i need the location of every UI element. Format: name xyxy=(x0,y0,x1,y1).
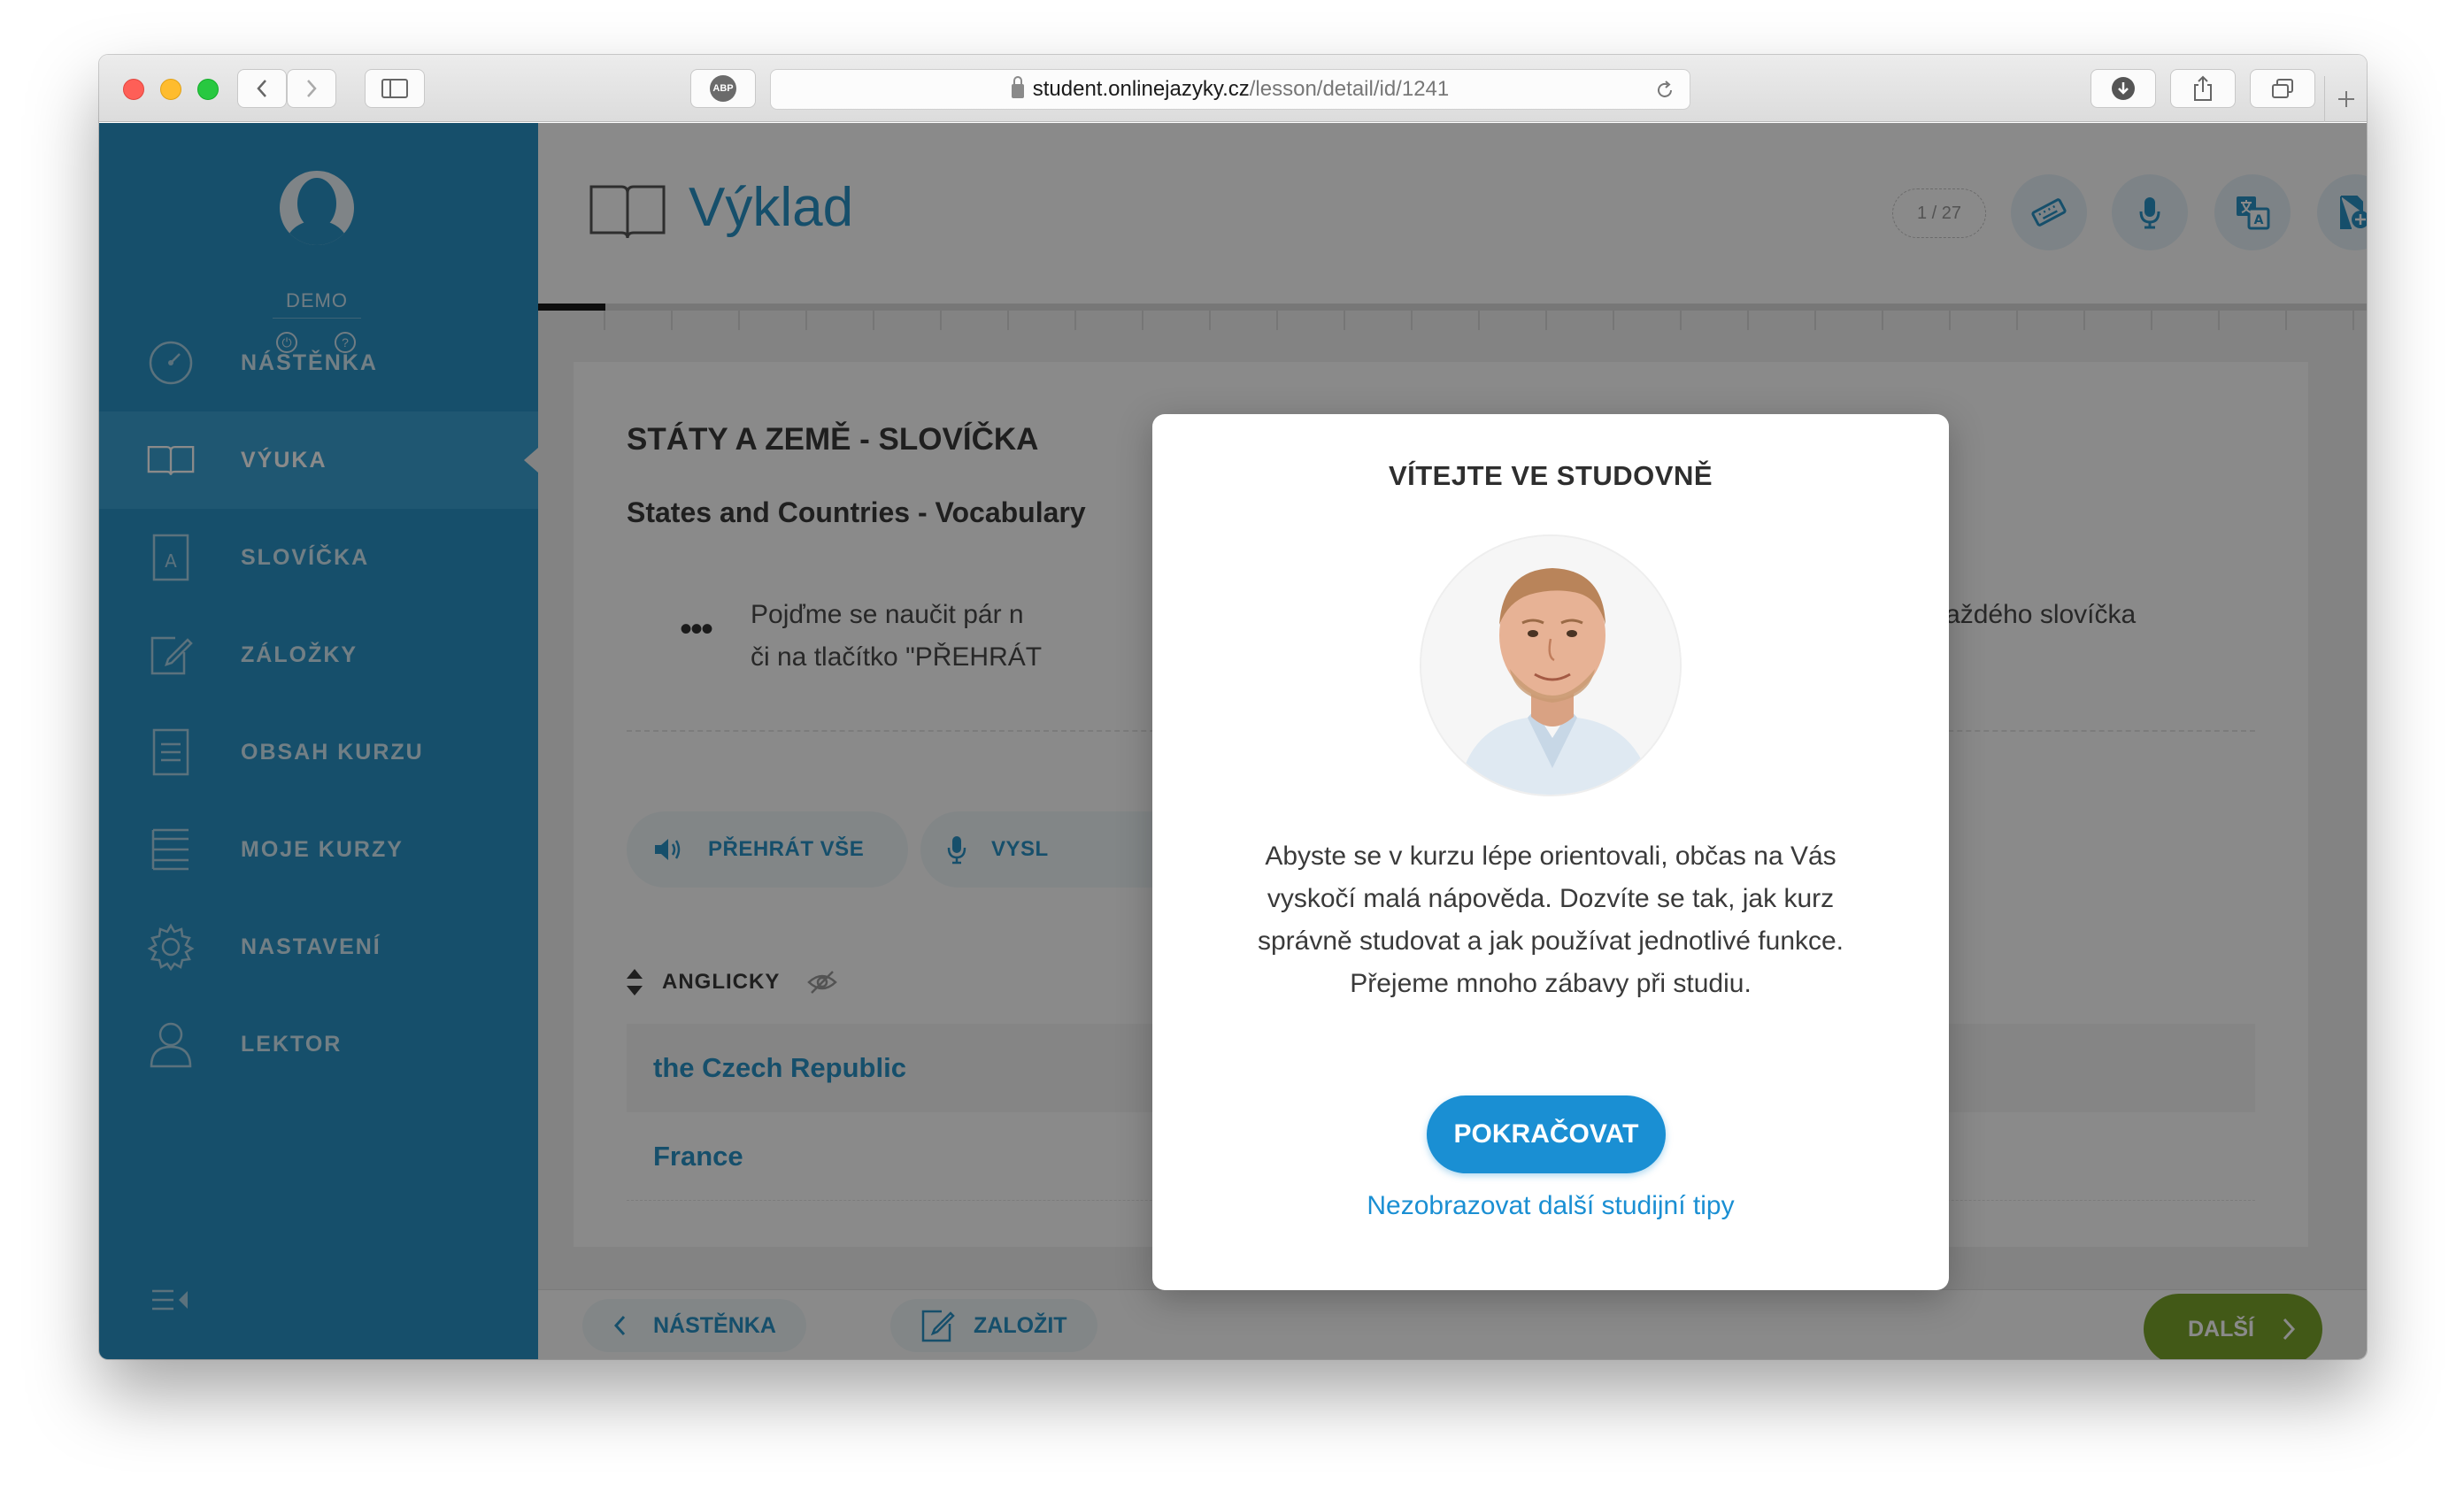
chevron-left-icon xyxy=(257,80,266,97)
close-window-button[interactable] xyxy=(123,79,144,100)
address-bar[interactable]: student.onlinejazyky.cz/lesson/detail/id… xyxy=(770,69,1690,110)
lock-icon xyxy=(1011,76,1024,98)
adblock-button[interactable]: ABP xyxy=(690,69,756,108)
dialog-title: VÍTEJTE VE STUDOVNĚ xyxy=(1388,460,1713,491)
share-button[interactable] xyxy=(2170,69,2236,108)
back-button[interactable] xyxy=(237,69,287,108)
plus-icon xyxy=(2337,91,2354,107)
forward-button[interactable] xyxy=(287,69,336,108)
dismiss-tips-link[interactable]: Nezobrazovat další studijní tipy xyxy=(1152,1191,1949,1221)
dialog-body-line: správně studovat a jak používat jednotli… xyxy=(1257,926,1844,956)
continue-button[interactable]: POKRAČOVAT xyxy=(1427,1095,1666,1173)
tabs-icon xyxy=(2272,79,2293,98)
tabs-overview-button[interactable] xyxy=(2250,69,2315,108)
sidebar-icon xyxy=(381,79,408,98)
minimize-window-button[interactable] xyxy=(160,79,181,100)
url-path: /lesson/detail/id/1241 xyxy=(1249,77,1450,101)
chevron-right-icon xyxy=(307,80,317,97)
browser-window: ABP student.onlinejazyky.cz/lesson/detai… xyxy=(99,55,2367,1359)
dialog-body-line: vyskočí malá nápověda. Dozvíte se tak, j… xyxy=(1267,884,1835,913)
welcome-dialog: VÍTEJTE VE STUDOVNĚ Abyste se v kurzu lé… xyxy=(1152,414,1949,1290)
zoom-window-button[interactable] xyxy=(197,79,219,100)
dialog-body-line: Přejeme mnoho zábavy při studiu. xyxy=(1350,969,1752,998)
sidebar-toggle-button[interactable] xyxy=(365,69,425,108)
url-host: student.onlinejazyky.cz xyxy=(1032,77,1250,101)
downloads-button[interactable] xyxy=(2091,69,2156,108)
download-icon xyxy=(2112,77,2135,100)
adblock-icon: ABP xyxy=(710,75,736,102)
reload-icon[interactable] xyxy=(1654,80,1675,101)
new-tab-button[interactable] xyxy=(2324,76,2367,122)
dialog-body-line: Abyste se v kurzu lépe orientovali, obča… xyxy=(1265,842,1836,871)
share-icon xyxy=(2194,75,2212,101)
adblock-label: ABP xyxy=(712,83,734,94)
tutor-portrait xyxy=(1420,534,1682,796)
browser-toolbar: ABP student.onlinejazyky.cz/lesson/detai… xyxy=(99,55,2367,122)
dialog-body: Abyste se v kurzu lépe orientovali, obča… xyxy=(1214,835,1887,1005)
